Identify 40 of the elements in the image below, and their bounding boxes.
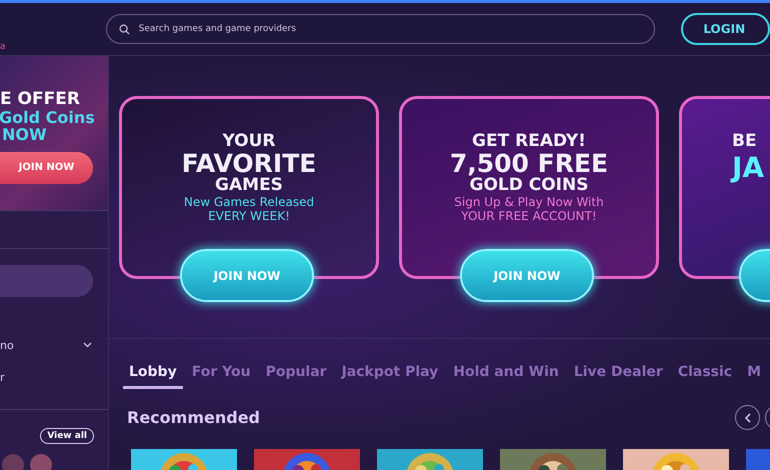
join-now-button[interactable]: JOIN NOW	[460, 249, 594, 302]
category-tab[interactable]: Popular	[260, 364, 333, 389]
avatar-icon[interactable]	[2, 454, 24, 470]
category-tab[interactable]: Classic	[672, 364, 738, 389]
previous-button[interactable]	[735, 405, 760, 430]
banner-heading: GAMES	[215, 177, 283, 195]
promo-text: E OFFER	[0, 90, 81, 109]
banner-subtitle: YOUR FREE ACCOUNT!	[461, 209, 597, 224]
banner-subtitle: JA	[732, 150, 764, 184]
category-tab[interactable]: Live Dealer	[568, 364, 669, 389]
banner-subtitle: New Games Released	[184, 194, 314, 210]
chevron-left-icon	[744, 412, 752, 422]
login-button[interactable]: LOGIN	[681, 13, 770, 45]
sidebar-item[interactable]: r	[0, 370, 5, 384]
banner-heading: 7,500 FREE	[450, 150, 608, 178]
search-field[interactable]: Search games and game providers	[106, 14, 656, 44]
view-all-button[interactable]: View all	[40, 428, 94, 444]
banner-heading: BE	[732, 133, 757, 151]
banner-heading: FAVORITE	[182, 150, 316, 178]
section-title: Recommended	[127, 408, 260, 427]
banner-subtitle: Sign Up & Play Now With	[454, 194, 604, 210]
join-now-button[interactable]: JOIN NOW	[0, 152, 93, 184]
search-icon	[118, 24, 130, 35]
promo-text: NOW	[2, 126, 48, 144]
banner-heading: GOLD COINS	[469, 177, 588, 195]
category-tab[interactable]: For You	[186, 364, 257, 389]
banner-subtitle: EVERY WEEK!	[208, 209, 290, 224]
promo-text: Gold Coins	[0, 108, 96, 126]
category-tab[interactable]: Hold and Win	[447, 364, 565, 389]
avatar-icon[interactable]	[30, 454, 52, 470]
banner-heading: YOUR	[222, 133, 276, 151]
category-tab[interactable]: M	[741, 364, 768, 389]
category-tab[interactable]: Jackpot Play	[336, 364, 444, 389]
category-tab[interactable]: Lobby	[123, 364, 183, 389]
join-now-button[interactable]: JOIN NOW	[180, 249, 314, 302]
banner-heading: GET READY!	[472, 133, 586, 151]
sidebar-item[interactable]: no	[0, 338, 14, 352]
sidebar-search-bar[interactable]	[0, 265, 93, 297]
promo-banner[interactable]: BE JA	[679, 96, 770, 279]
logo-fragment: a	[0, 42, 7, 52]
